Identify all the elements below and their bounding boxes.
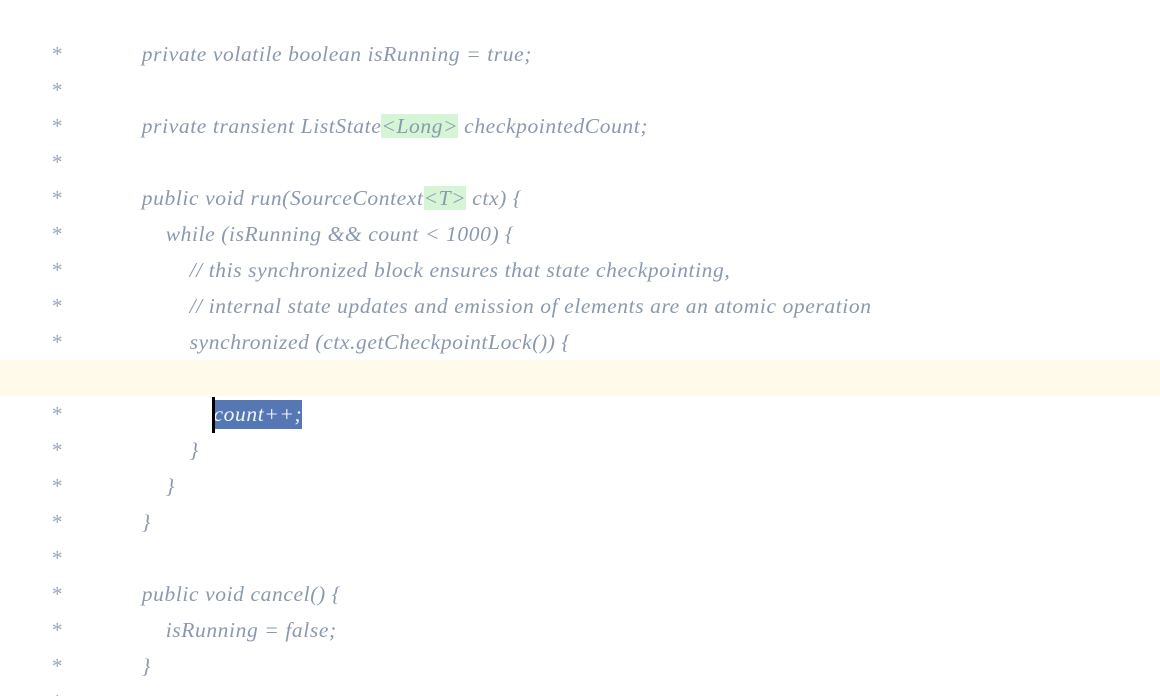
code-line[interactable]: * public void cancel() { bbox=[0, 540, 1160, 606]
code-line[interactable]: * isRunning = false; bbox=[0, 576, 1160, 642]
code-editor[interactable]: * private volatile boolean isRunning = t… bbox=[0, 0, 1160, 696]
code-line[interactable]: * bbox=[0, 36, 1160, 102]
code-line[interactable]: * bbox=[0, 504, 1160, 570]
code-line[interactable]: * } bbox=[0, 432, 1160, 498]
code-line-current[interactable]: * count++; bbox=[0, 360, 1160, 429]
code-line[interactable]: * // internal state updates and emission… bbox=[0, 252, 1160, 318]
code-line[interactable]: * ctx.collect(count); bbox=[0, 324, 1160, 390]
code-line[interactable]: * synchronized (ctx.getCheckpointLock())… bbox=[0, 288, 1160, 354]
code-line[interactable]: * // this synchronized block ensures tha… bbox=[0, 216, 1160, 282]
code-line[interactable]: * bbox=[0, 108, 1160, 174]
code-line[interactable]: * } bbox=[0, 468, 1160, 534]
code-line[interactable]: * private transient ListState<Long> chec… bbox=[0, 72, 1160, 138]
code-line[interactable]: * private volatile boolean isRunning = t… bbox=[0, 0, 1160, 66]
code-line[interactable]: * } bbox=[0, 612, 1160, 678]
code-line[interactable]: * while (isRunning && count < 1000) { bbox=[0, 180, 1160, 246]
code-line-clipped[interactable]: * public void initializeState(FunctionIn… bbox=[0, 665, 1160, 696]
code-line[interactable]: * public void run(SourceContext<T> ctx) … bbox=[0, 144, 1160, 210]
code-line[interactable]: * } bbox=[0, 396, 1160, 462]
